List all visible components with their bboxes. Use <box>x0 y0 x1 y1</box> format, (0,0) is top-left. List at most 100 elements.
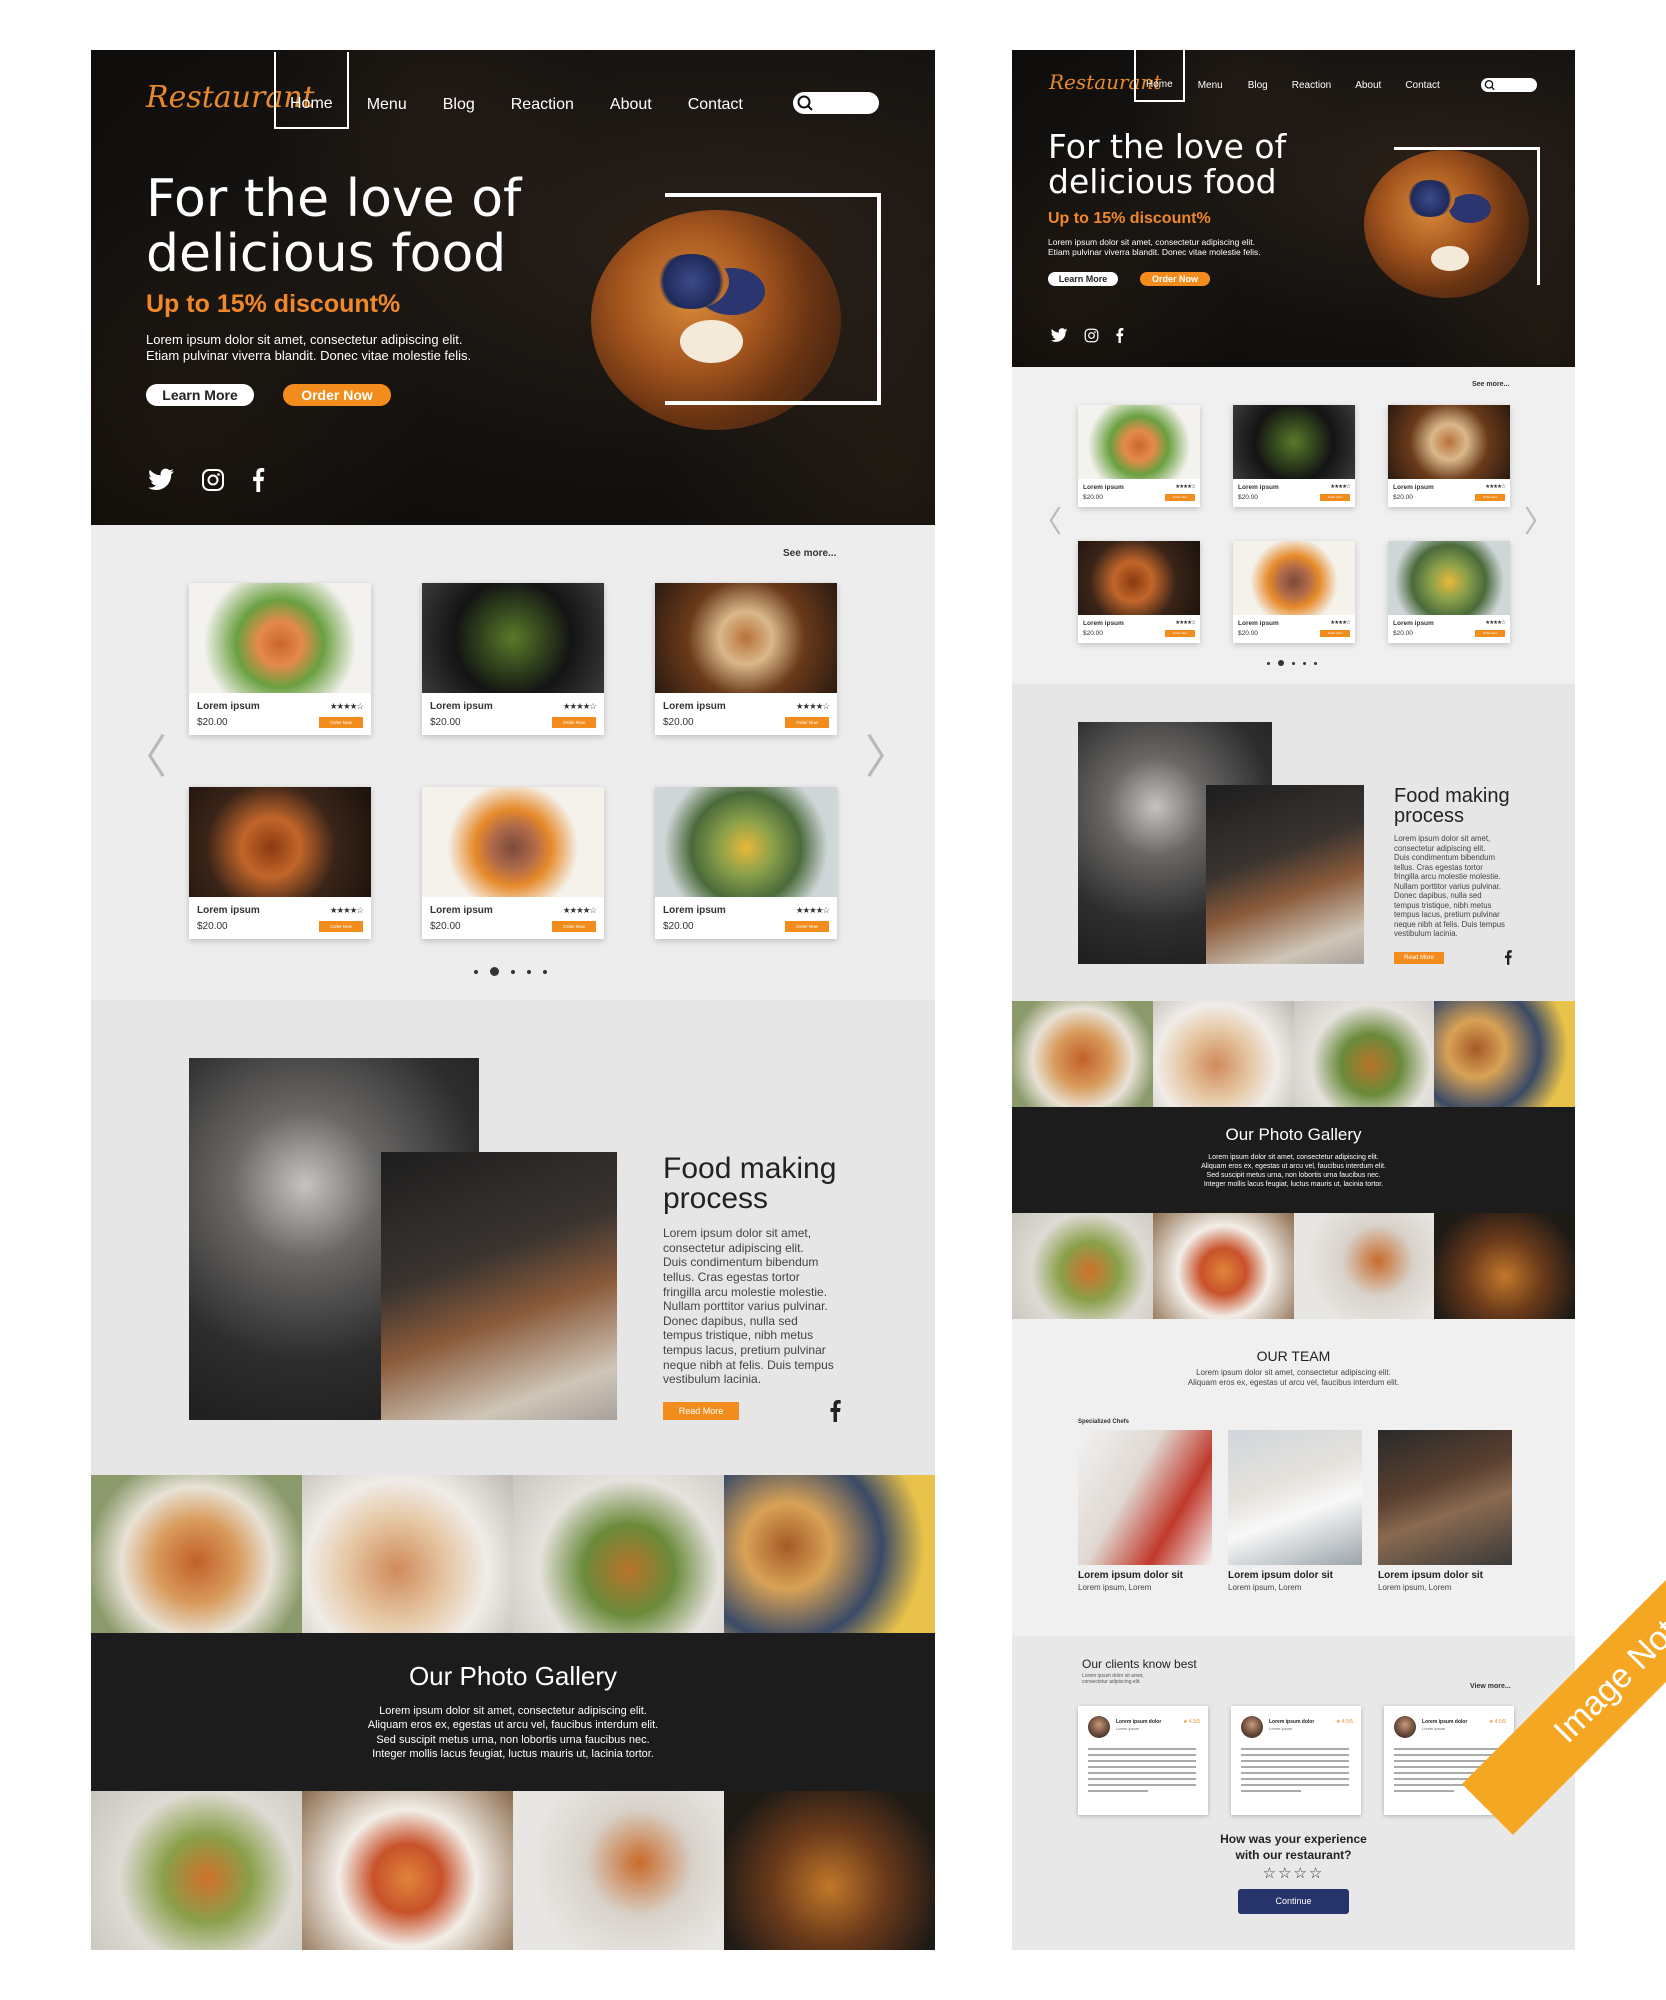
menu-card[interactable]: Lorem ipsum $20.00 ★★★★☆ Order Now <box>1078 405 1200 507</box>
dish-rating: ★★★★☆ <box>1330 620 1351 626</box>
dish-name: Lorem ipsum <box>1238 620 1279 627</box>
gallery-photo[interactable] <box>1152 1001 1294 1107</box>
menu-card[interactable]: Lorem ipsum $20.00 ★★★★☆ Order Now <box>189 583 371 735</box>
order-now-button[interactable]: Order Now <box>1165 494 1195 502</box>
nav-home[interactable]: Home <box>1134 50 1185 102</box>
menu-card[interactable]: Lorem ipsum $20.00 ★★★★☆ Order Now <box>422 787 604 939</box>
order-now-button[interactable]: Order Now <box>1475 494 1505 502</box>
gallery-photo[interactable] <box>1012 1213 1153 1319</box>
dish-name: Lorem ipsum <box>197 701 260 712</box>
gallery-photo[interactable] <box>513 1791 724 1950</box>
nav-contact[interactable]: Contact <box>670 53 761 128</box>
read-more-button[interactable]: Read More <box>663 1402 739 1420</box>
dish-price: $20.00 <box>663 717 694 728</box>
chef-name: Lorem ipsum dolor sit <box>1078 1570 1184 1581</box>
gallery-photo[interactable] <box>1012 1001 1153 1107</box>
chef-name: Lorem ipsum dolor sit <box>1378 1570 1484 1581</box>
menu-card[interactable]: Lorem ipsum $20.00 ★★★★☆ Order Now <box>1233 405 1355 507</box>
gallery-photo[interactable] <box>724 1475 935 1633</box>
nav-menu[interactable]: Menu <box>1185 51 1236 101</box>
instagram-icon[interactable] <box>1084 328 1099 343</box>
carousel-prev-arrow[interactable]: 〈 <box>1032 497 1062 541</box>
see-more-link[interactable]: See more... <box>1472 381 1509 388</box>
menu-card[interactable]: Lorem ipsum $20.00 ★★★★☆ Order Now <box>1078 541 1200 643</box>
gallery-photo[interactable] <box>91 1475 302 1633</box>
facebook-icon[interactable] <box>1115 328 1124 343</box>
experience-question: How was your experience with our restaur… <box>1220 1832 1367 1862</box>
gallery-photo[interactable] <box>513 1475 724 1633</box>
view-more-link[interactable]: View more... <box>1470 1683 1511 1690</box>
continue-button[interactable]: Continue <box>1238 1889 1349 1914</box>
review-card[interactable]: Lorem ipsum dolor Lorem ipsum ★ 4.5/5 <box>1231 1706 1361 1815</box>
order-now-button[interactable]: Order Now <box>1475 630 1505 638</box>
gallery-photo[interactable] <box>1434 1213 1575 1319</box>
nav-about[interactable]: About <box>592 53 670 128</box>
gallery-photo[interactable] <box>302 1475 513 1633</box>
menu-card[interactable]: Lorem ipsum $20.00 ★★★★☆ Order Now <box>1388 405 1510 507</box>
menu-card[interactable]: Lorem ipsum $20.00 ★★★★☆ Order Now <box>655 583 837 735</box>
gallery-photo[interactable] <box>302 1791 513 1950</box>
hero-title: For the love of delicious food <box>146 169 522 284</box>
menu-card[interactable]: Lorem ipsum $20.00 ★★★★☆ Order Now <box>1233 541 1355 643</box>
menu-card[interactable]: Lorem ipsum $20.00 ★★★★☆ Order Now <box>1388 541 1510 643</box>
carousel-next-arrow[interactable]: 〉 <box>1524 497 1554 541</box>
carousel-next-arrow[interactable]: 〉 <box>865 721 911 787</box>
facebook-icon[interactable] <box>829 1400 841 1422</box>
mobile-mockup: Restaurant Home Menu Blog Reaction About… <box>1012 50 1575 1950</box>
carousel-dots[interactable] <box>474 967 547 976</box>
nav-home[interactable]: Home <box>274 51 349 129</box>
order-now-button[interactable]: Order Now <box>785 717 829 728</box>
order-now-button[interactable]: Order Now <box>319 717 363 728</box>
reviewer-name: Lorem ipsum dolor <box>1269 1719 1315 1725</box>
search-input[interactable] <box>793 92 879 114</box>
order-now-button[interactable]: Order Now <box>552 717 596 728</box>
dish-rating: ★★★★☆ <box>329 905 364 915</box>
gallery-photo[interactable] <box>1152 1213 1294 1319</box>
nav-menu[interactable]: Menu <box>349 53 425 128</box>
order-now-button[interactable]: Order Now <box>552 921 596 932</box>
review-text-line <box>1241 1790 1301 1792</box>
nav-reaction[interactable]: Reaction <box>1280 51 1343 101</box>
nav-reaction[interactable]: Reaction <box>493 53 592 128</box>
search-input[interactable] <box>1481 78 1537 92</box>
gallery-photo[interactable] <box>1293 1001 1435 1107</box>
order-now-button[interactable]: Order Now <box>283 384 391 406</box>
see-more-link[interactable]: See more... <box>783 548 836 559</box>
nav-blog[interactable]: Blog <box>425 53 493 128</box>
gallery-photo[interactable] <box>1434 1001 1575 1107</box>
nav-contact[interactable]: Contact <box>1393 51 1451 101</box>
twitter-icon[interactable] <box>1050 328 1068 343</box>
order-now-button[interactable]: Order Now <box>785 921 829 932</box>
reviewer-name: Lorem ipsum dolor <box>1116 1719 1162 1725</box>
dish-price: $20.00 <box>663 921 694 932</box>
order-now-button[interactable]: Order Now <box>319 921 363 932</box>
facebook-icon[interactable] <box>1504 950 1512 965</box>
order-now-button[interactable]: Order Now <box>1320 494 1350 502</box>
rating-stars[interactable]: ☆☆☆☆ <box>1012 1864 1575 1882</box>
carousel-prev-arrow[interactable]: 〈 <box>121 721 167 787</box>
gallery-photo[interactable] <box>91 1791 302 1950</box>
order-now-button[interactable]: Order Now <box>1140 272 1210 286</box>
gallery-text: Lorem ipsum dolor sit amet, consectetur … <box>1201 1154 1386 1189</box>
facebook-icon[interactable] <box>251 468 265 492</box>
read-more-button[interactable]: Read More <box>1394 952 1444 964</box>
menu-card[interactable]: Lorem ipsum $20.00 ★★★★☆ Order Now <box>655 787 837 939</box>
gallery-row-top <box>91 1475 935 1633</box>
order-now-button[interactable]: Order Now <box>1165 630 1195 638</box>
hero-section: Restaurant Home Menu Blog Reaction About… <box>1012 50 1575 367</box>
menu-card[interactable]: Lorem ipsum $20.00 ★★★★☆ Order Now <box>422 583 604 735</box>
order-now-button[interactable]: Order Now <box>1320 630 1350 638</box>
learn-more-button[interactable]: Learn More <box>146 384 254 406</box>
learn-more-button[interactable]: Learn More <box>1048 272 1118 286</box>
dish-name: Lorem ipsum <box>663 701 726 712</box>
menu-card[interactable]: Lorem ipsum $20.00 ★★★★☆ Order Now <box>189 787 371 939</box>
review-card[interactable]: Lorem ipsum dolor Lorem ipsum ★ 4.5/5 <box>1078 1706 1208 1815</box>
dish-photo <box>189 787 371 897</box>
twitter-icon[interactable] <box>147 468 175 492</box>
gallery-photo[interactable] <box>1293 1213 1435 1319</box>
instagram-icon[interactable] <box>201 468 225 492</box>
nav-blog[interactable]: Blog <box>1236 51 1280 101</box>
gallery-photo[interactable] <box>724 1791 935 1950</box>
carousel-dots[interactable] <box>1267 660 1317 666</box>
nav-about[interactable]: About <box>1343 51 1393 101</box>
